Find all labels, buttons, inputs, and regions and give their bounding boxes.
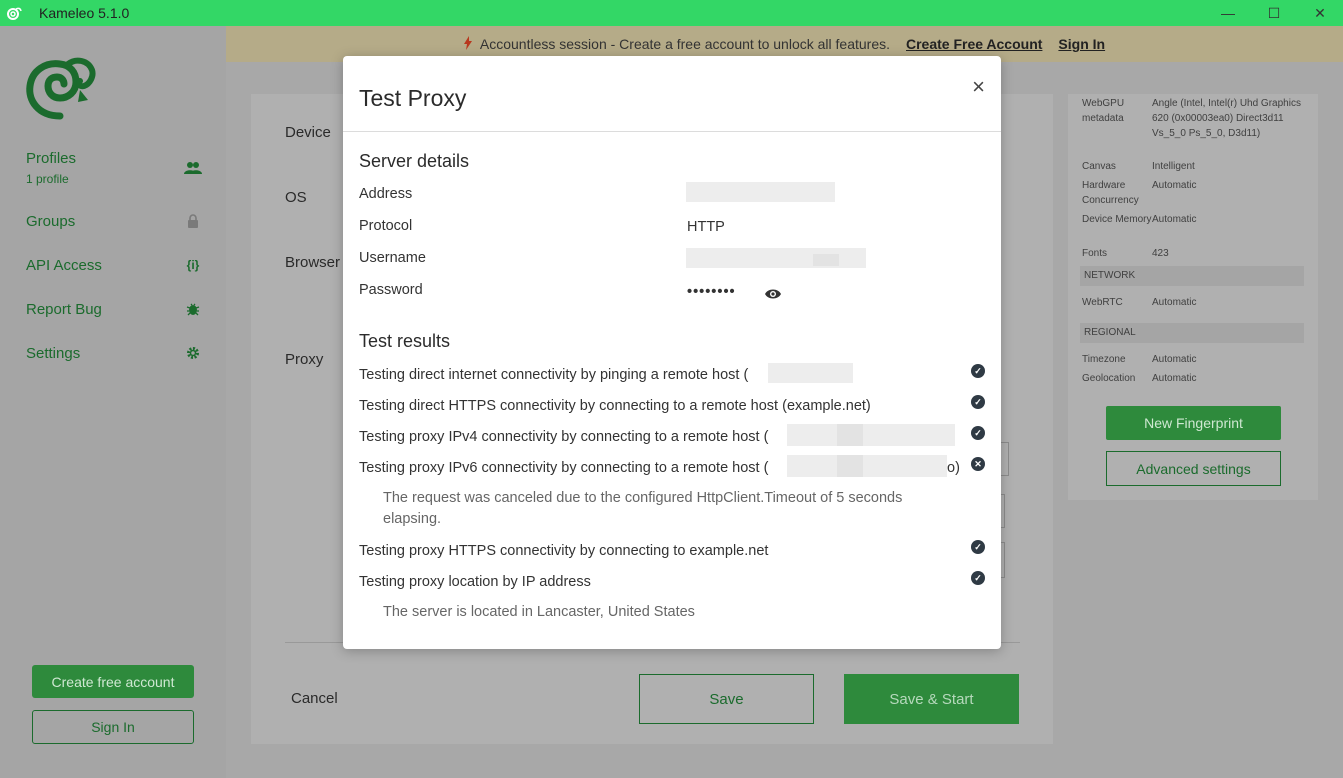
password-label: Password [359,282,423,298]
eye-icon[interactable] [765,288,781,300]
sidebar-item-label: Settings [26,344,81,362]
username-label: Username [359,250,426,266]
check-circle-icon: ✓ [971,571,985,585]
kameleo-logo [26,57,96,120]
test-result-proxy-https: Testing proxy HTTPS connectivity by conn… [359,543,769,559]
fingerprint-row-geolocation: Geolocation Automatic [1082,373,1197,384]
sidebar-item-label: Profiles [26,150,77,167]
host-redacted [837,455,863,477]
server-details-title: Server details [359,151,470,171]
lightning-icon [463,35,472,53]
test-result-proxy-location: Testing proxy location by IP address [359,574,591,590]
advanced-settings-button[interactable]: Advanced settings [1106,451,1281,486]
proxy-field-edge [1001,494,1005,528]
close-icon[interactable]: × [972,74,985,100]
username-value-redacted [813,254,839,266]
gear-icon [184,344,202,362]
test-results-title: Test results [359,331,451,351]
save-and-start-button[interactable]: Save & Start [844,674,1019,724]
sidebar-item-settings[interactable]: Settings [26,344,202,362]
host-suffix: o) [947,460,960,476]
create-free-account-button[interactable]: Create free account [32,665,194,698]
test-result-direct-https: Testing direct HTTPS connectivity by con… [359,398,871,414]
fingerprint-panel: WebGPU metadata Angle (Intel, Intel(r) U… [1068,94,1318,500]
create-free-account-link[interactable]: Create Free Account [906,36,1042,52]
browser-label: Browser [285,254,341,271]
sidebar-item-profiles[interactable]: Profiles 1 profile [26,150,202,186]
profile-count: 1 profile [26,172,69,186]
address-label: Address [359,186,413,202]
host-redacted [768,363,853,383]
host-redacted [787,424,955,446]
ipv6-timeout-note: The request was canceled due to the conf… [383,490,903,527]
proxy-field-edge [1001,542,1005,578]
close-window-button[interactable]: ✕ [1297,0,1343,26]
sidebar-item-api-access[interactable]: API Access {i} [26,256,202,274]
bug-icon [184,300,202,318]
kameleo-app-icon [7,7,22,20]
fingerprint-row-canvas: Canvas Intelligent [1082,161,1195,172]
address-value-redacted [686,182,835,202]
protocol-label: Protocol [359,218,413,234]
proxy-label: Proxy [285,351,324,368]
sidebar-item-label: Groups [26,212,76,230]
minimize-button[interactable]: — [1205,0,1251,26]
fingerprint-row-hardware-concurrency: Hardware Concurrency Automatic [1082,180,1197,206]
banner-text: Accountless session - Create a free acco… [479,36,890,52]
api-icon: {i} [186,258,200,272]
sidebar-item-label: API Access [26,256,102,274]
title-bar: Kameleo 5.1.0 — ☐ ✕ [0,0,1343,26]
sidebar-item-report-bug[interactable]: Report Bug [26,300,202,318]
test-proxy-dialog: Test Proxy × Server details Address Prot… [343,56,1001,649]
users-icon [184,159,202,177]
fingerprint-row-webrtc: WebRTC Automatic [1082,297,1197,308]
sidebar: Profiles 1 profile Groups API Access {i}… [0,26,226,778]
fingerprint-row-fonts: Fonts 423 [1082,248,1169,259]
fingerprint-row-device-memory: Device Memory Automatic [1082,214,1197,225]
proxy-field-edge [1001,442,1009,476]
check-circle-icon: ✓ [971,426,985,440]
test-result-direct-ping: Testing direct internet connectivity by … [359,367,749,383]
dialog-title: Test Proxy [359,85,467,111]
check-circle-icon: ✓ [971,540,985,554]
test-result-proxy-ipv4: Testing proxy IPv4 connectivity by conne… [359,429,769,445]
lock-icon [184,212,202,230]
sidebar-item-label: Report Bug [26,300,102,318]
check-circle-icon: ✓ [971,364,985,378]
host-redacted [787,455,947,477]
window-title: Kameleo 5.1.0 [39,5,130,21]
sign-in-button[interactable]: Sign In [32,710,194,744]
maximize-button[interactable]: ☐ [1251,0,1297,26]
cancel-button[interactable]: Cancel [291,690,338,707]
regional-section-header: REGIONAL [1080,323,1304,343]
device-label: Device [285,124,331,141]
protocol-value: HTTP [687,219,725,235]
check-circle-icon: ✓ [971,395,985,409]
os-label: OS [285,189,307,206]
password-value: •••••••• [687,284,736,300]
network-section-header: NETWORK [1080,266,1304,286]
test-result-proxy-ipv6: Testing proxy IPv6 connectivity by conne… [359,460,769,476]
host-redacted [837,424,863,446]
fingerprint-row-webgpu: WebGPU metadata Angle (Intel, Intel(r) U… [1082,98,1301,139]
fingerprint-row-timezone: Timezone Automatic [1082,354,1197,365]
sidebar-item-groups[interactable]: Groups [26,212,202,230]
save-button[interactable]: Save [639,674,814,724]
banner-sign-in-link[interactable]: Sign In [1058,36,1105,52]
location-note: The server is located in Lancaster, Unit… [383,604,695,620]
new-fingerprint-button[interactable]: New Fingerprint [1106,406,1281,440]
x-circle-icon: ✕ [971,457,985,471]
username-value-redacted [686,248,866,268]
dialog-header: Test Proxy × [343,56,1001,132]
